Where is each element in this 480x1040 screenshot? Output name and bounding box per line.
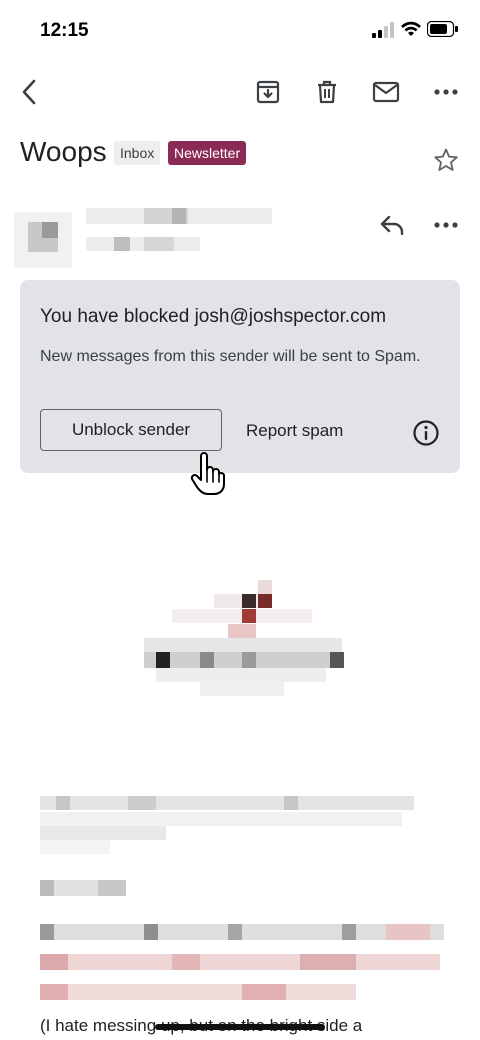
delete-button[interactable] — [307, 72, 347, 112]
archive-icon — [256, 80, 280, 104]
info-button[interactable] — [410, 417, 442, 449]
blocked-card-message: New messages from this sender will be se… — [40, 348, 421, 365]
message-more-button[interactable] — [426, 205, 466, 245]
label-newsletter[interactable]: Newsletter — [168, 141, 247, 165]
mail-icon — [372, 81, 400, 103]
wifi-icon — [400, 20, 422, 43]
label-inbox[interactable]: Inbox — [114, 141, 161, 165]
more-horizontal-icon — [434, 89, 458, 95]
status-time: 12:15 — [40, 20, 89, 41]
reply-button[interactable] — [372, 205, 412, 245]
unblock-sender-button[interactable]: Unblock sender — [40, 409, 222, 451]
star-button[interactable] — [426, 140, 466, 180]
cellular-signal-icon — [372, 22, 394, 43]
star-icon — [434, 148, 458, 171]
chevron-left-icon — [22, 79, 36, 105]
battery-icon — [426, 20, 459, 42]
reply-icon — [380, 215, 404, 236]
more-horizontal-icon — [434, 222, 458, 228]
hand-pointer-icon — [190, 452, 226, 501]
report-spam-button[interactable]: Report spam — [246, 421, 343, 441]
mark-unread-button[interactable] — [366, 72, 406, 112]
home-indicator[interactable] — [155, 1024, 325, 1030]
blocked-card-title: You have blocked josh@joshspector.com — [40, 306, 387, 327]
email-subject: Woops — [20, 136, 107, 167]
archive-button[interactable] — [248, 72, 288, 112]
trash-icon — [318, 80, 336, 104]
info-icon — [413, 420, 439, 446]
back-button[interactable] — [10, 72, 50, 112]
more-options-button[interactable] — [426, 72, 466, 112]
